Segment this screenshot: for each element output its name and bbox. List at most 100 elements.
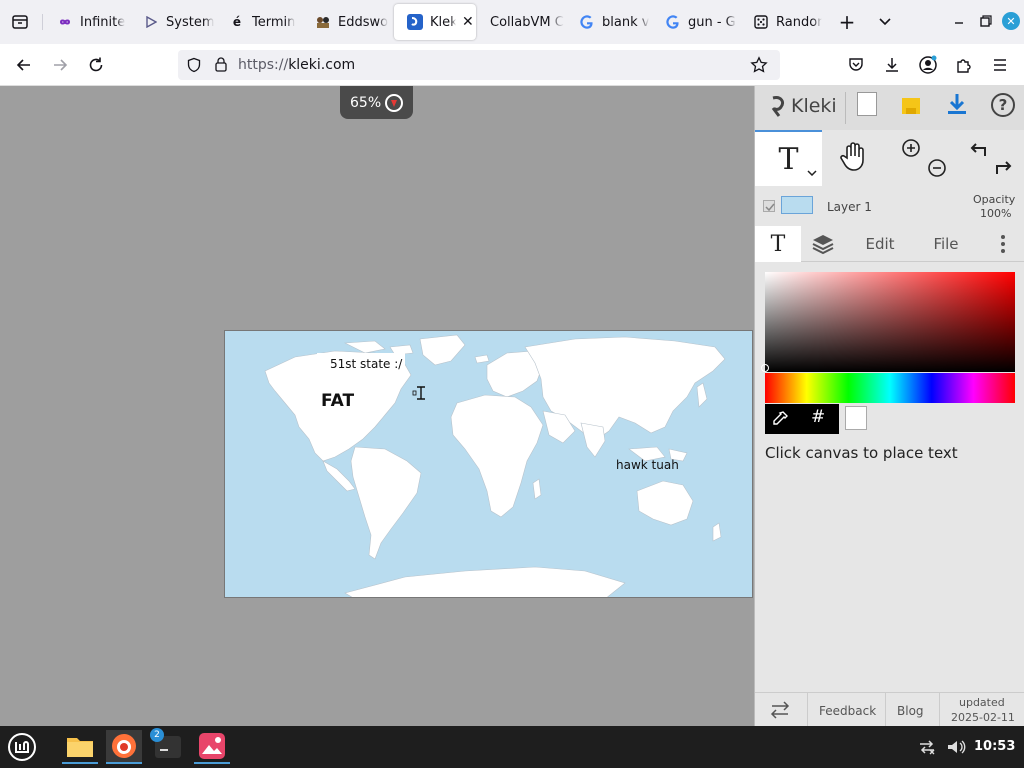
pocket-button[interactable] xyxy=(842,51,870,79)
terminal-taskbar-icon[interactable]: 2 xyxy=(150,728,186,764)
tab-label: gun - G xyxy=(688,14,736,30)
reload-button[interactable] xyxy=(82,51,110,79)
network-icon[interactable] xyxy=(918,738,936,756)
updated-label[interactable]: updated xyxy=(959,696,1005,709)
files-taskbar-icon[interactable] xyxy=(62,730,98,764)
mint-menu-button[interactable] xyxy=(4,730,40,764)
tab-overview-icon[interactable] xyxy=(8,10,32,34)
close-window-button[interactable]: ✕ xyxy=(1002,12,1020,30)
new-image-button[interactable] xyxy=(857,92,877,116)
zoom-in-button[interactable] xyxy=(901,138,921,158)
opacity-value: 100% xyxy=(980,207,1012,220)
image-viewer-taskbar-icon[interactable] xyxy=(194,730,230,764)
tab-layers[interactable] xyxy=(805,226,841,262)
hand-tool-button[interactable] xyxy=(839,140,869,172)
list-all-tabs-button[interactable] xyxy=(874,10,896,34)
tab-gun[interactable]: gun - G xyxy=(652,4,738,40)
volume-icon[interactable] xyxy=(946,738,966,756)
tool-row: T xyxy=(755,130,1024,186)
zoom-indicator[interactable]: 65% xyxy=(340,86,413,119)
save-icon xyxy=(902,98,920,114)
firefox-taskbar-icon[interactable] xyxy=(106,730,142,764)
tab-blank[interactable]: blank v xyxy=(566,4,650,40)
text-tool-icon: T xyxy=(778,141,799,177)
eyedropper-icon[interactable] xyxy=(771,410,789,428)
tab-terminal[interactable]: é Termin xyxy=(216,4,300,40)
downloads-button[interactable] xyxy=(878,51,906,79)
panel-tabs: T Edit File xyxy=(755,226,1024,262)
folder-icon xyxy=(67,738,93,757)
menu-button[interactable] xyxy=(986,51,1014,79)
layer-preview-row[interactable]: Layer 1 Opacity 100% xyxy=(755,190,1024,224)
account-button[interactable] xyxy=(914,51,942,79)
feedback-link[interactable]: Feedback xyxy=(819,704,876,718)
forward-button[interactable] xyxy=(46,51,74,79)
back-button[interactable] xyxy=(10,51,38,79)
kleki-logo[interactable]: Kleki xyxy=(769,94,837,118)
compass-icon[interactable] xyxy=(385,93,404,112)
account-icon xyxy=(919,55,937,74)
save-button[interactable] xyxy=(900,94,922,116)
tab-label: Infinite xyxy=(80,14,126,30)
dice-icon xyxy=(752,13,770,31)
drawing-canvas[interactable]: 51st state :/ FAT hawk tuah xyxy=(224,330,753,598)
google-icon xyxy=(578,13,596,31)
os-taskbar: 2 10:53 xyxy=(0,726,1024,768)
help-icon[interactable]: ? xyxy=(991,93,1015,117)
tab-file[interactable]: File xyxy=(921,226,971,262)
navigation-toolbar: https://kleki.com xyxy=(0,44,1024,86)
undo-button[interactable] xyxy=(967,138,989,160)
tab-collabvm[interactable]: CollabVM C xyxy=(478,4,564,40)
canvas-workspace[interactable]: 65% 51st state:/ FAT hawk tuah xyxy=(0,86,754,726)
minimize-button[interactable] xyxy=(950,12,968,32)
lock-icon[interactable] xyxy=(214,56,228,73)
zoom-in-icon xyxy=(902,139,920,157)
current-color-swatch[interactable] xyxy=(845,406,867,430)
chevron-down-icon xyxy=(879,18,891,26)
hamburger-icon xyxy=(994,59,1006,71)
new-tab-button[interactable]: + xyxy=(836,10,858,34)
tab-system[interactable]: System xyxy=(130,4,214,40)
extensions-button[interactable] xyxy=(950,51,978,79)
zoom-out-button[interactable] xyxy=(927,158,947,178)
color-tools-row: # xyxy=(765,404,839,434)
tab-eddsworld[interactable]: Eddswo xyxy=(302,4,388,40)
download-icon xyxy=(886,58,898,72)
url-text[interactable]: https://kleki.com xyxy=(238,57,355,73)
chevron-down-icon[interactable] xyxy=(807,170,817,176)
text-cursor-icon xyxy=(412,386,425,400)
color-saturation-picker[interactable] xyxy=(761,272,1015,372)
color-picker-handle[interactable] xyxy=(761,364,769,372)
redo-button[interactable] xyxy=(993,156,1015,178)
updated-date[interactable]: 2025-02-11 xyxy=(951,711,1015,724)
shield-icon[interactable] xyxy=(186,57,202,73)
layer-thumbnail xyxy=(781,196,813,214)
tab-infinite[interactable]: Infinite xyxy=(44,4,128,40)
blog-link[interactable]: Blog xyxy=(897,704,924,718)
url-bar[interactable]: https://kleki.com xyxy=(178,50,780,80)
hex-input-icon[interactable]: # xyxy=(811,407,825,427)
clock[interactable]: 10:53 xyxy=(974,739,1015,754)
bookmark-star-icon[interactable] xyxy=(750,56,768,74)
hue-slider[interactable] xyxy=(765,373,1015,403)
tab-edit[interactable]: Edit xyxy=(855,226,905,262)
play-icon xyxy=(142,13,160,31)
tab-label: System xyxy=(166,14,214,30)
redo-icon xyxy=(996,161,1012,174)
text-tool-button[interactable]: T xyxy=(755,130,822,186)
close-tab-icon[interactable]: ✕ xyxy=(462,14,474,30)
text-tool-icon: T xyxy=(770,231,786,257)
layer-visibility-checkbox[interactable] xyxy=(763,200,775,212)
tab-random[interactable]: Randon xyxy=(740,4,822,40)
canvas-text-fat: FAT xyxy=(321,391,354,411)
tab-kleki[interactable]: Kleki ✕ xyxy=(394,4,476,40)
download-image-button[interactable] xyxy=(945,92,969,116)
world-map-image: 51st state :/ FAT hawk tuah xyxy=(264,334,726,597)
kleki-logo-icon xyxy=(771,96,785,117)
swap-sides-button[interactable] xyxy=(769,701,791,719)
maximize-button[interactable] xyxy=(976,12,994,32)
tab-tool-settings[interactable]: T xyxy=(755,226,801,262)
more-options-icon[interactable] xyxy=(991,226,1015,262)
arrow-left-icon xyxy=(16,59,30,71)
panel-footer: Feedback Blog updated 2025-02-11 xyxy=(755,692,1024,727)
